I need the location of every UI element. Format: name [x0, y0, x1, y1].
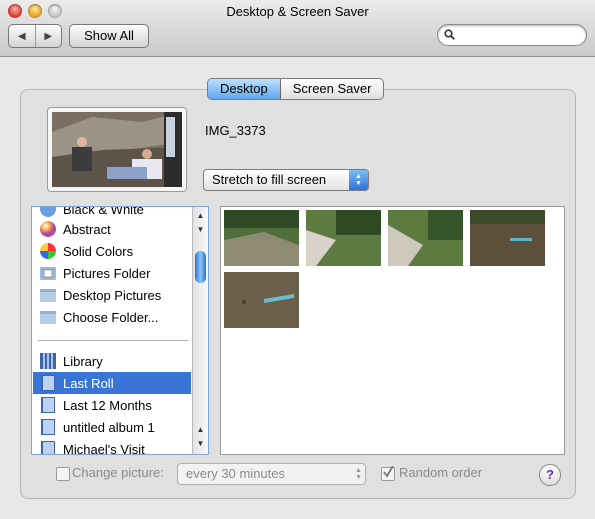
change-interval-popup[interactable]: every 30 minutes ▲ ▼ — [177, 463, 366, 485]
title-bar: Desktop & Screen Saver ◀ ▶ Show All — [0, 0, 595, 57]
interval-value: every 30 minutes — [186, 466, 285, 481]
colorful-sphere-icon — [40, 207, 56, 217]
colorful-sphere-icon — [40, 221, 56, 237]
random-order-checkbox[interactable] — [381, 466, 395, 481]
source-item-untitled-album[interactable]: untitled album 1 — [33, 416, 191, 438]
popup-arrows-icon: ▲ ▼ — [355, 467, 362, 481]
photo-grid — [220, 206, 565, 455]
source-item-michaels-visit[interactable]: Michael's Visit — [33, 438, 191, 454]
source-item-abstract[interactable]: Abstract — [33, 218, 191, 240]
preview-photo — [52, 112, 182, 187]
iphoto-album-icon — [41, 419, 55, 435]
folder-icon — [40, 311, 56, 324]
show-all-button[interactable]: Show All — [69, 24, 149, 48]
iphoto-album-icon — [41, 397, 55, 413]
scaling-popup[interactable]: Stretch to fill screen ▲ ▼ — [203, 169, 369, 191]
source-item-last-12-months[interactable]: Last 12 Months — [33, 394, 191, 416]
scroll-up-arrow-icon[interactable]: ▲ — [193, 425, 208, 434]
pictures-folder-icon — [40, 267, 56, 280]
source-item-last-roll[interactable]: Last Roll — [33, 372, 191, 394]
scaling-value: Stretch to fill screen — [212, 172, 327, 187]
tab-bar: Desktop Screen Saver — [207, 78, 385, 100]
change-picture-checkbox[interactable] — [56, 467, 70, 481]
back-arrow-icon: ◀ — [17, 30, 26, 42]
tab-screen-saver[interactable]: Screen Saver — [281, 79, 384, 99]
search-field[interactable] — [437, 24, 587, 46]
random-order-label: Random order — [399, 465, 483, 480]
help-button[interactable]: ? — [539, 464, 561, 486]
iphoto-library-icon — [40, 353, 56, 369]
forward-button[interactable]: ▶ — [36, 25, 62, 47]
folder-icon — [40, 289, 56, 302]
back-button[interactable]: ◀ — [9, 25, 36, 47]
scroll-thumb[interactable] — [195, 251, 206, 283]
search-icon — [444, 29, 455, 40]
source-item-pictures-folder[interactable]: Pictures Folder — [33, 262, 191, 284]
picture-source-list[interactable]: Black & White Abstract Solid Colors Pict… — [31, 206, 209, 455]
scroll-up-arrow-icon[interactable]: ▲ — [193, 211, 208, 220]
image-name-label: IMG_3373 — [205, 123, 266, 138]
photo-thumbnail[interactable] — [470, 210, 545, 266]
photo-thumbnail[interactable] — [306, 210, 381, 266]
window-title: Desktop & Screen Saver — [226, 4, 369, 19]
current-desktop-preview — [47, 107, 187, 192]
tab-desktop[interactable]: Desktop — [208, 79, 281, 99]
scroll-down-arrow-icon[interactable]: ▼ — [193, 439, 208, 448]
checkmark-icon — [383, 466, 394, 478]
forward-arrow-icon: ▶ — [44, 30, 53, 42]
popup-arrows-icon: ▲ ▼ — [349, 170, 368, 190]
source-item-desktop-pictures[interactable]: Desktop Pictures — [33, 284, 191, 306]
source-item-choose-folder[interactable]: Choose Folder... — [33, 306, 191, 328]
iphoto-album-icon — [41, 375, 55, 391]
source-list-scrollbar[interactable]: ▲ ▼ ▲ ▼ — [192, 207, 208, 454]
photo-thumbnail[interactable] — [224, 210, 299, 266]
scroll-down-arrow-icon[interactable]: ▼ — [193, 225, 208, 234]
photo-thumbnail[interactable] — [388, 210, 463, 266]
source-item-library[interactable]: Library — [33, 350, 191, 372]
color-wheel-icon — [40, 243, 56, 259]
back-forward-control: ◀ ▶ — [8, 24, 62, 48]
source-item-solid-colors[interactable]: Solid Colors — [33, 240, 191, 262]
iphoto-album-icon — [41, 441, 55, 454]
source-list-separator — [38, 340, 188, 341]
change-picture-label: Change picture: — [72, 465, 164, 480]
photo-thumbnail[interactable] — [224, 272, 299, 328]
